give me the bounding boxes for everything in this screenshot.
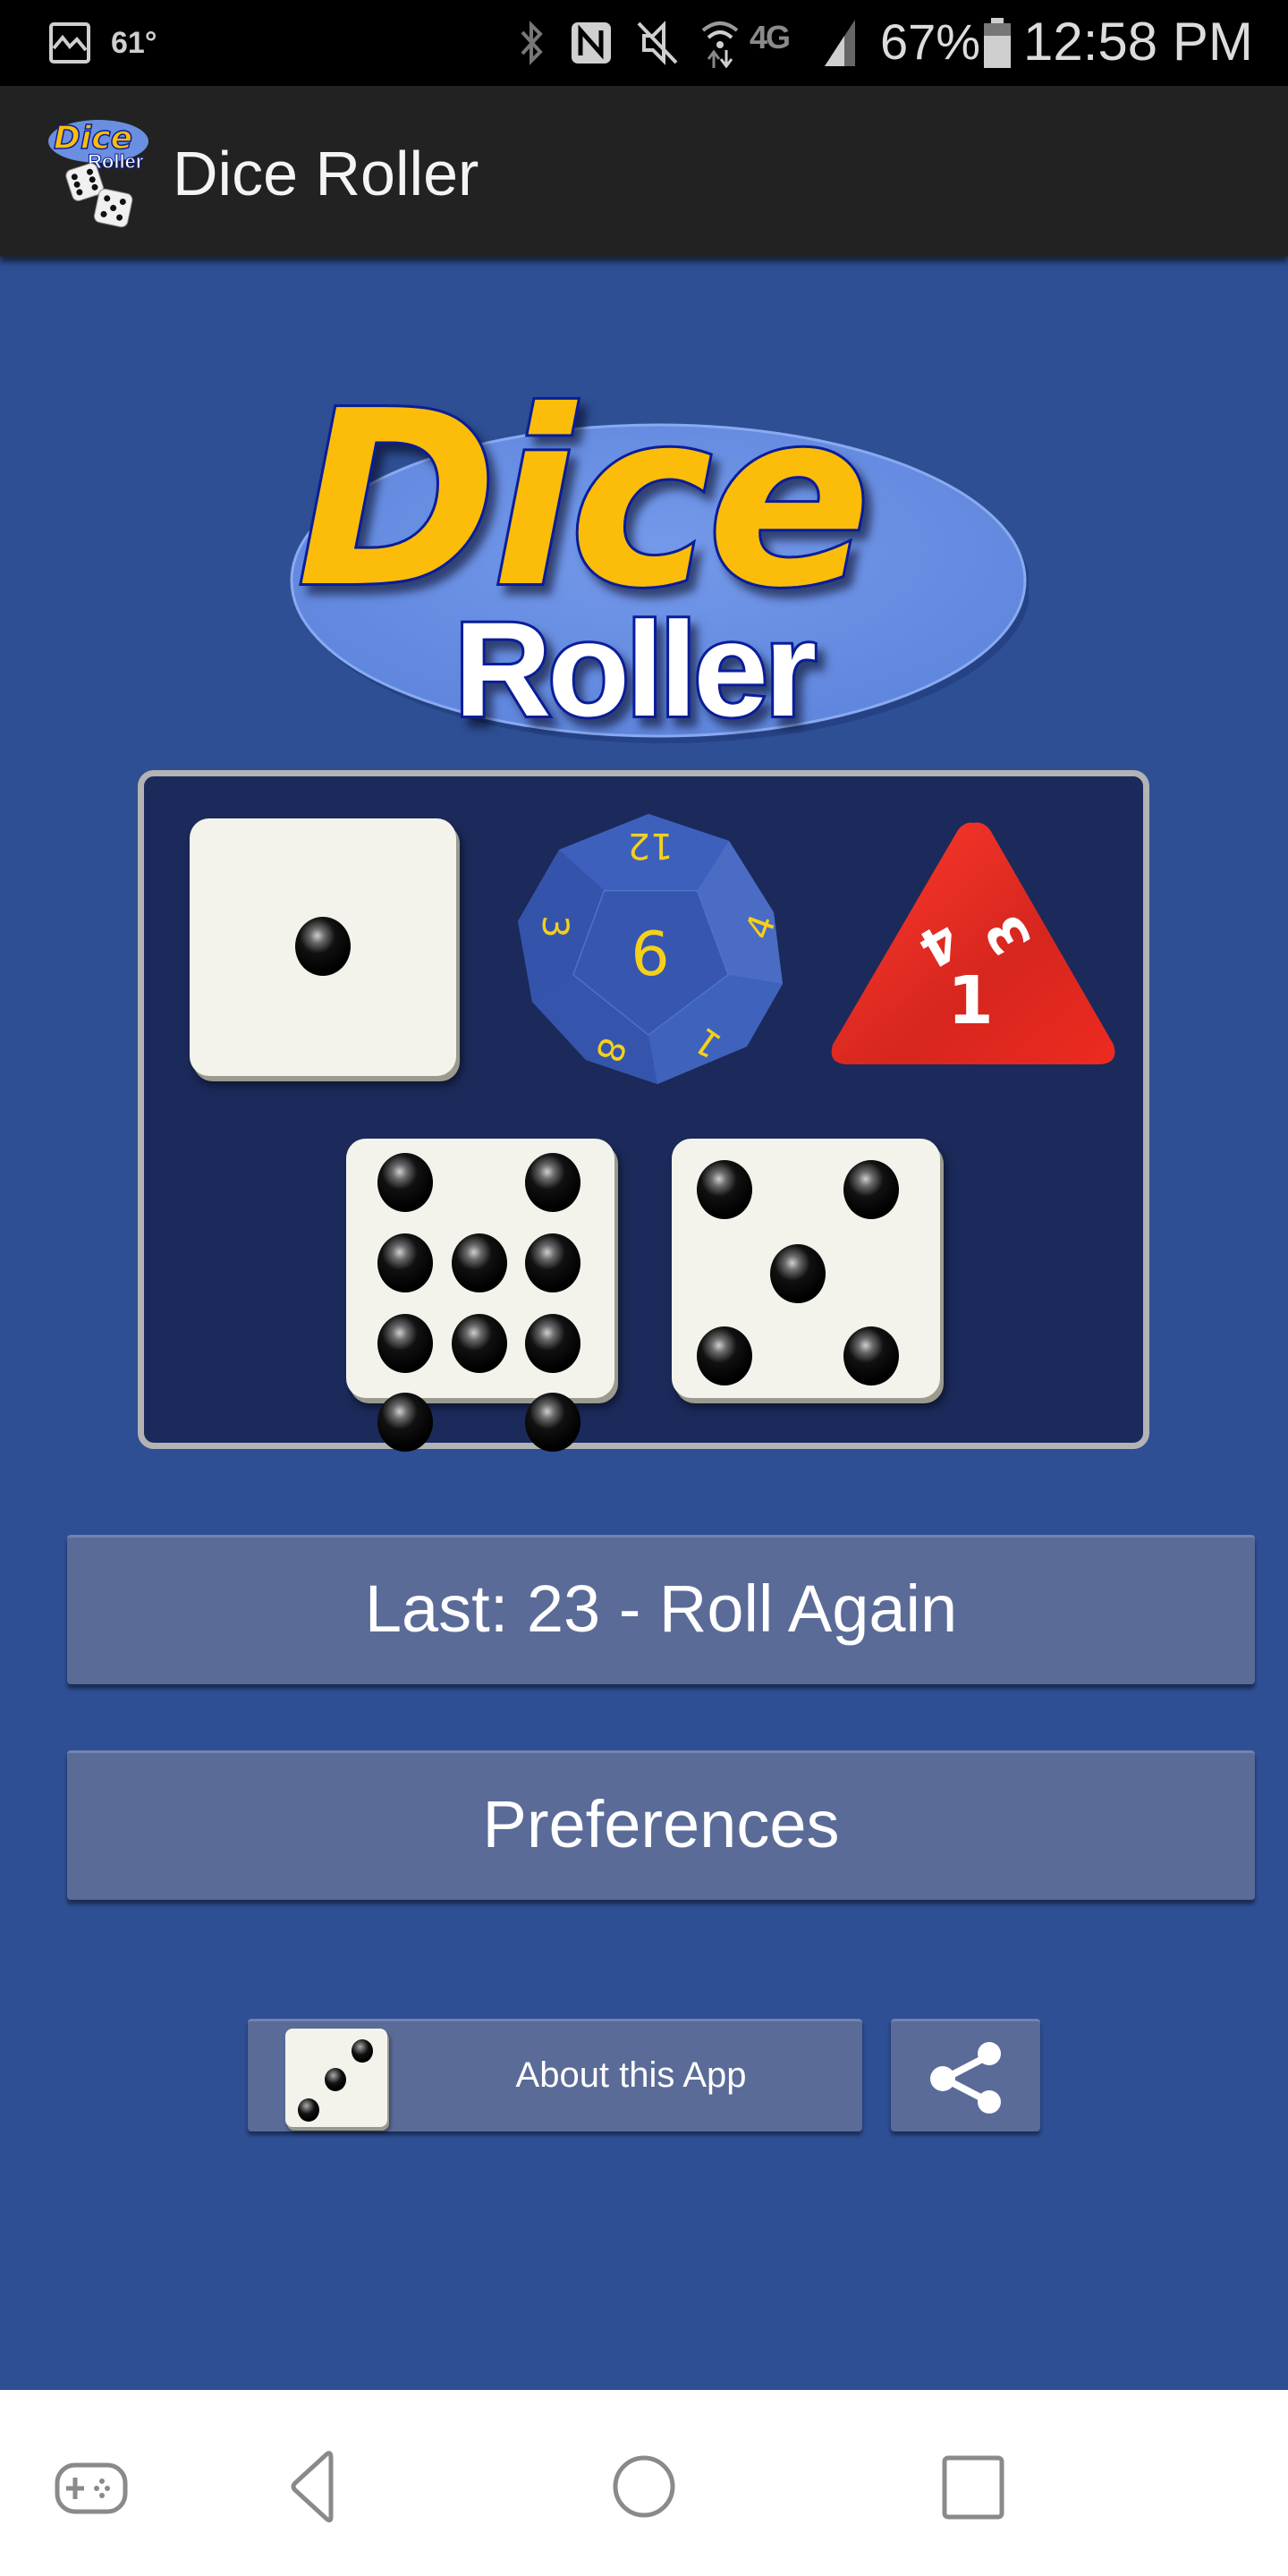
mute-icon <box>637 21 678 65</box>
preferences-button[interactable]: Preferences <box>67 1750 1255 1900</box>
navigation-bar <box>0 2390 1288 2576</box>
signal-icon <box>825 20 855 66</box>
die-d6-1[interactable] <box>190 818 456 1076</box>
d12-face-value: 6 <box>631 919 669 990</box>
back-icon[interactable] <box>268 2442 358 2531</box>
die-d12[interactable]: 6 12 3 4 8 1 <box>505 805 795 1095</box>
bluetooth-icon <box>521 21 543 65</box>
app-title: Dice Roller <box>173 139 479 208</box>
wifi-icon <box>701 21 739 68</box>
recents-icon[interactable] <box>928 2442 1018 2531</box>
die-d6-5[interactable] <box>672 1139 940 1398</box>
home-icon[interactable] <box>599 2442 689 2531</box>
gamepad-icon[interactable] <box>47 2442 136 2531</box>
battery-icon <box>984 18 1011 68</box>
about-app-button[interactable]: About this App <box>248 2019 862 2131</box>
d12-number: 12 <box>628 825 674 866</box>
dice-roller-logo: Dice Roller <box>290 356 1029 747</box>
dice-panel[interactable]: 6 12 3 4 8 1 1 4 3 <box>138 770 1149 1452</box>
image-icon <box>49 22 90 64</box>
roll-again-button[interactable]: Last: 23 - Roll Again <box>67 1535 1255 1684</box>
share-icon <box>930 2042 1001 2114</box>
4g-lte-icon: 4G <box>750 19 791 55</box>
share-button[interactable] <box>891 2019 1040 2131</box>
die-d4[interactable]: 1 4 3 <box>822 816 1126 1075</box>
app-icon[interactable]: Dice Roller <box>47 113 157 229</box>
die-ten-pips[interactable] <box>346 1139 614 1452</box>
d4-face-value: 1 <box>947 962 994 1039</box>
status-bar: 61° 4G 67% 12:58 PM <box>0 0 1288 86</box>
clock: 12:58 PM <box>1023 12 1253 72</box>
about-app-label: About this App <box>515 2055 747 2095</box>
temperature: 61° <box>111 26 157 60</box>
battery-percent: 67% <box>880 13 981 70</box>
action-bar: Dice Roller Dice Roller <box>0 86 1288 257</box>
d12-number: 3 <box>534 915 575 937</box>
nfc-icon <box>572 22 611 64</box>
logo-roller-text: Roller <box>454 594 816 744</box>
